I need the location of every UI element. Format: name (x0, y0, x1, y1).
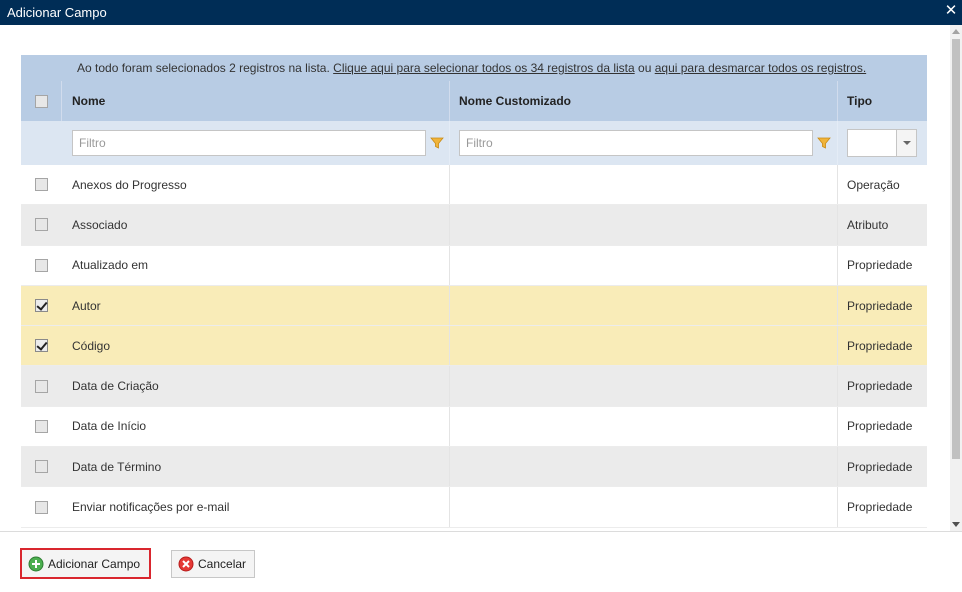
row-type: Atributo (847, 217, 889, 232)
row-checkbox[interactable] (35, 500, 48, 514)
row-type: Operação (847, 177, 900, 192)
row-name: Anexos do Progresso (62, 165, 450, 205)
row-name: Data de Início (62, 406, 450, 447)
deselect-all-link[interactable]: aqui para desmarcar todos os registros. (655, 61, 866, 75)
row-custom-name (450, 245, 838, 285)
table-row[interactable]: Data de Criação Propriedade (21, 366, 927, 407)
table-row[interactable]: Data de Início Propriedade (21, 406, 927, 448)
cancel-label: Cancelar (198, 557, 247, 571)
name-filter-cell: Filtro (62, 121, 450, 165)
type-filter-cell (838, 121, 927, 165)
table-row[interactable]: Código Propriedade (21, 326, 927, 367)
dialog-footer: Adicionar Campo Cancelar (0, 531, 962, 592)
name-filter-input[interactable]: Filtro (72, 130, 426, 156)
row-custom-name (450, 406, 838, 447)
cancel-button[interactable]: Cancelar (171, 550, 255, 578)
grid-header: Nome Nome Customizado Tipo (21, 81, 927, 121)
column-header-custom-name[interactable]: Nome Customizado (450, 81, 838, 121)
custom-name-filter-input[interactable]: Filtro (459, 130, 813, 156)
type-filter-select[interactable] (847, 129, 917, 157)
table-row[interactable]: Associado Atributo (21, 205, 927, 246)
row-type: Propriedade (847, 298, 913, 313)
select-all-link[interactable]: Clique aqui para selecionar todos os 34 … (333, 61, 635, 75)
add-field-label: Adicionar Campo (48, 556, 141, 571)
row-checkbox[interactable] (35, 379, 48, 393)
row-custom-name (450, 366, 838, 406)
table-row[interactable]: Anexos do Progresso Operação (21, 165, 927, 206)
row-type: Propriedade (847, 379, 913, 394)
dialog-content: Ao todo foram selecionados 2 registros n… (0, 25, 962, 531)
row-type: Propriedade (847, 338, 913, 353)
custom-name-filter-cell: Filtro (450, 121, 838, 165)
table-row[interactable]: Data de Término Propriedade (21, 447, 927, 488)
scrollbar-thumb[interactable] (952, 39, 960, 459)
row-name: Associado (62, 205, 450, 245)
fields-grid: Ao todo foram selecionados 2 registros n… (21, 55, 927, 528)
dialog-titlebar: Adicionar Campo ✕ (0, 0, 962, 25)
row-checkbox[interactable] (35, 299, 48, 313)
filter-spacer (21, 121, 62, 165)
column-header-type[interactable]: Tipo (838, 81, 927, 121)
row-checkbox[interactable] (35, 460, 48, 474)
dialog-title: Adicionar Campo (7, 5, 107, 20)
row-type: Propriedade (847, 419, 913, 434)
row-name: Enviar notificações por e-mail (62, 487, 450, 527)
row-name: Data de Término (62, 447, 450, 487)
row-type: Propriedade (847, 459, 913, 474)
notice-text: Ao todo foram selecionados 2 registros n… (77, 61, 330, 75)
cancel-circle-icon (178, 556, 194, 572)
row-checkbox[interactable] (35, 258, 48, 272)
row-checkbox[interactable] (35, 339, 48, 353)
row-type: Propriedade (847, 500, 913, 515)
filter-icon[interactable] (430, 136, 444, 150)
scroll-down-icon[interactable] (952, 522, 960, 527)
row-name: Autor (62, 285, 450, 326)
select-all-checkbox[interactable] (34, 94, 48, 108)
row-checkbox[interactable] (35, 178, 48, 192)
row-custom-name (450, 205, 838, 245)
row-custom-name (450, 165, 838, 205)
notice-middle-text: ou (638, 61, 652, 75)
vertical-scrollbar[interactable] (950, 25, 962, 531)
table-row[interactable]: Autor Propriedade (21, 285, 927, 327)
row-checkbox[interactable] (35, 218, 48, 232)
scroll-up-icon[interactable] (952, 29, 960, 34)
row-custom-name (450, 326, 838, 366)
column-header-name[interactable]: Nome (62, 81, 450, 121)
row-name: Data de Criação (62, 366, 450, 406)
selection-notice: Ao todo foram selecionados 2 registros n… (21, 55, 927, 81)
grid-body: Anexos do Progresso Operação Associado A… (21, 165, 927, 528)
row-checkbox[interactable] (35, 419, 48, 433)
add-circle-icon (28, 556, 44, 571)
table-row[interactable]: Atualizado em Propriedade (21, 245, 927, 286)
close-icon[interactable]: ✕ (944, 3, 958, 19)
filter-row: Filtro Filtro (21, 121, 927, 165)
row-custom-name (450, 447, 838, 487)
filter-icon[interactable] (817, 136, 831, 150)
header-checkbox-cell (21, 81, 62, 121)
row-custom-name (450, 285, 838, 326)
row-name: Código (62, 326, 450, 366)
row-custom-name (450, 487, 838, 527)
row-name: Atualizado em (62, 245, 450, 285)
row-type: Propriedade (847, 258, 913, 273)
chevron-down-icon[interactable] (896, 130, 916, 156)
table-row[interactable]: Enviar notificações por e-mail Proprieda… (21, 487, 927, 528)
add-field-button[interactable]: Adicionar Campo (20, 548, 151, 579)
